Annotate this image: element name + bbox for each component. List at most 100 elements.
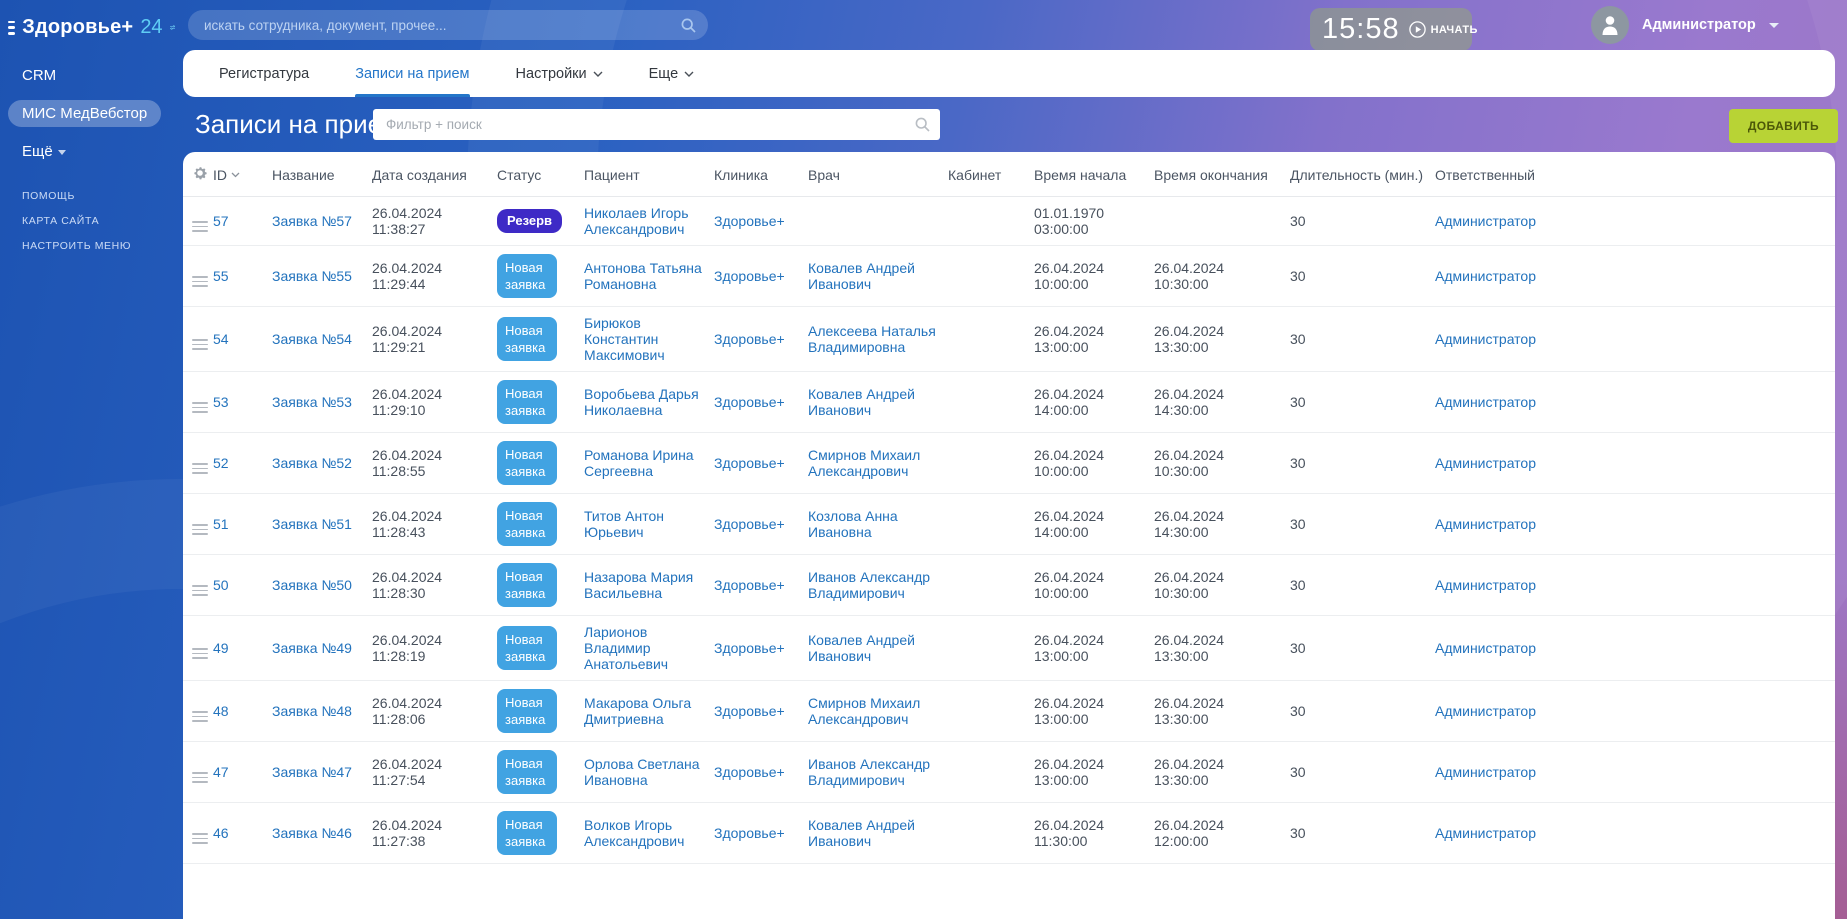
row-patient-link[interactable]: Орлова Светлана Ивановна: [584, 756, 704, 788]
row-patient-link[interactable]: Назарова Мария Васильевна: [584, 569, 704, 601]
avatar[interactable]: [1591, 6, 1629, 44]
row-patient-link[interactable]: Бирюков Константин Максимович: [584, 315, 704, 363]
menu-hamburger-icon[interactable]: [8, 20, 16, 35]
column-header-doctor[interactable]: Врач: [808, 152, 948, 197]
row-clinic-link[interactable]: Здоровье+: [714, 331, 785, 347]
table-row[interactable]: 47 Заявка №47 26.04.2024 11:27:54 Новая …: [183, 741, 1835, 803]
column-header-duration[interactable]: Длительность (мин.): [1290, 152, 1435, 197]
column-header-created[interactable]: Дата создания: [372, 152, 497, 197]
row-drag-handle-icon[interactable]: [192, 221, 208, 233]
row-name-link[interactable]: Заявка №49: [272, 640, 352, 656]
table-row[interactable]: 48 Заявка №48 26.04.2024 11:28:06 Новая …: [183, 680, 1835, 742]
row-name-link[interactable]: Заявка №52: [272, 455, 352, 471]
start-button[interactable]: НАЧАТЬ: [1431, 24, 1478, 36]
sidebar-item-configure-menu[interactable]: НАСТРОИТЬ МЕНЮ: [22, 240, 131, 252]
row-drag-handle-icon[interactable]: [192, 833, 208, 845]
row-doctor-link[interactable]: Смирнов Михаил Александрович: [808, 447, 938, 479]
row-responsible-link[interactable]: Администратор: [1435, 394, 1536, 410]
row-responsible-link[interactable]: Администратор: [1435, 516, 1536, 532]
global-search-input[interactable]: [188, 17, 681, 33]
row-id-link[interactable]: 46: [213, 825, 229, 841]
user-menu[interactable]: Администратор: [1591, 6, 1779, 44]
table-row[interactable]: 57 Заявка №57 26.04.2024 11:38:27 Резерв…: [183, 196, 1835, 246]
row-name-link[interactable]: Заявка №47: [272, 764, 352, 780]
row-doctor-link[interactable]: Алексеева Наталья Владимировна: [808, 323, 938, 355]
row-drag-handle-icon[interactable]: [192, 648, 208, 660]
row-id-link[interactable]: 54: [213, 331, 229, 347]
row-doctor-link[interactable]: Ковалев Андрей Иванович: [808, 817, 938, 849]
row-id-link[interactable]: 48: [213, 703, 229, 719]
row-id-link[interactable]: 49: [213, 640, 229, 656]
row-patient-link[interactable]: Антонова Татьяна Романовна: [584, 260, 704, 292]
tab-nastroyki[interactable]: Настройки: [516, 50, 603, 97]
row-responsible-link[interactable]: Администратор: [1435, 764, 1536, 780]
row-drag-handle-icon[interactable]: [192, 585, 208, 597]
column-header-clinic[interactable]: Клиника: [714, 152, 808, 197]
row-name-link[interactable]: Заявка №48: [272, 703, 352, 719]
row-clinic-link[interactable]: Здоровье+: [714, 455, 785, 471]
table-row[interactable]: 55 Заявка №55 26.04.2024 11:29:44 Новая …: [183, 245, 1835, 307]
column-header-status[interactable]: Статус: [497, 152, 584, 197]
row-drag-handle-icon[interactable]: [192, 276, 208, 288]
row-name-link[interactable]: Заявка №55: [272, 268, 352, 284]
row-name-link[interactable]: Заявка №50: [272, 577, 352, 593]
row-id-link[interactable]: 51: [213, 516, 229, 532]
search-icon[interactable]: [915, 117, 930, 132]
sidebar-item-help[interactable]: ПОМОЩЬ: [22, 190, 75, 202]
column-header-end[interactable]: Время окончания: [1154, 152, 1290, 197]
row-responsible-link[interactable]: Администратор: [1435, 213, 1536, 229]
row-doctor-link[interactable]: Козлова Анна Ивановна: [808, 508, 938, 540]
row-name-link[interactable]: Заявка №46: [272, 825, 352, 841]
row-responsible-link[interactable]: Администратор: [1435, 455, 1536, 471]
filter-search[interactable]: [373, 109, 940, 140]
row-drag-handle-icon[interactable]: [192, 524, 208, 536]
row-id-link[interactable]: 53: [213, 394, 229, 410]
row-patient-link[interactable]: Воробьева Дарья Николаевна: [584, 386, 704, 418]
row-clinic-link[interactable]: Здоровье+: [714, 394, 785, 410]
row-patient-link[interactable]: Николаев Игорь Александрович: [584, 205, 704, 237]
table-row[interactable]: 53 Заявка №53 26.04.2024 11:29:10 Новая …: [183, 371, 1835, 433]
row-drag-handle-icon[interactable]: [192, 402, 208, 414]
column-header-room[interactable]: Кабинет: [948, 152, 1034, 197]
row-patient-link[interactable]: Ларионов Владимир Анатольевич: [584, 624, 704, 672]
row-name-link[interactable]: Заявка №57: [272, 213, 352, 229]
row-clinic-link[interactable]: Здоровье+: [714, 640, 785, 656]
row-responsible-link[interactable]: Администратор: [1435, 703, 1536, 719]
column-header-responsible[interactable]: Ответственный: [1435, 152, 1835, 197]
filter-search-input[interactable]: [373, 117, 915, 132]
row-patient-link[interactable]: Макарова Ольга Дмитриевна: [584, 695, 704, 727]
row-id-link[interactable]: 47: [213, 764, 229, 780]
brand-logo[interactable]: Здоровье+: [22, 16, 133, 39]
play-icon[interactable]: [1408, 21, 1426, 38]
sidebar-item-mis-medvebstor[interactable]: МИС МедВебстор: [8, 100, 162, 127]
column-header-id[interactable]: ID: [213, 167, 240, 183]
row-clinic-link[interactable]: Здоровье+: [714, 268, 785, 284]
row-doctor-link[interactable]: Ковалев Андрей Иванович: [808, 260, 938, 292]
sidebar-item-sitemap[interactable]: КАРТА САЙТА: [22, 215, 99, 227]
row-id-link[interactable]: 57: [213, 213, 229, 229]
row-doctor-link[interactable]: Ковалев Андрей Иванович: [808, 632, 938, 664]
row-patient-link[interactable]: Волков Игорь Александрович: [584, 817, 704, 849]
row-responsible-link[interactable]: Администратор: [1435, 825, 1536, 841]
row-doctor-link[interactable]: Иванов Александр Владимирович: [808, 756, 938, 788]
tab-zapisi-na-priem[interactable]: Записи на прием: [355, 50, 470, 97]
row-clinic-link[interactable]: Здоровье+: [714, 577, 785, 593]
time-tracker-widget[interactable]: 15:58 НАЧАТЬ: [1310, 8, 1477, 51]
row-name-link[interactable]: Заявка №51: [272, 516, 352, 532]
row-id-link[interactable]: 52: [213, 455, 229, 471]
column-header-start[interactable]: Время начала: [1034, 152, 1154, 197]
row-clinic-link[interactable]: Здоровье+: [714, 516, 785, 532]
row-drag-handle-icon[interactable]: [192, 772, 208, 784]
row-responsible-link[interactable]: Администратор: [1435, 268, 1536, 284]
sliders-icon[interactable]: [169, 21, 175, 34]
row-name-link[interactable]: Заявка №54: [272, 331, 352, 347]
table-row[interactable]: 50 Заявка №50 26.04.2024 11:28:30 Новая …: [183, 554, 1835, 616]
row-patient-link[interactable]: Романова Ирина Сергеевна: [584, 447, 704, 479]
column-header-name[interactable]: Название: [272, 152, 372, 197]
add-button[interactable]: ДОБАВИТЬ: [1728, 109, 1838, 143]
search-icon[interactable]: [681, 18, 696, 33]
table-row[interactable]: 49 Заявка №49 26.04.2024 11:28:19 Новая …: [183, 615, 1835, 681]
row-doctor-link[interactable]: Иванов Александр Владимирович: [808, 569, 938, 601]
row-clinic-link[interactable]: Здоровье+: [714, 703, 785, 719]
row-doctor-link[interactable]: Ковалев Андрей Иванович: [808, 386, 938, 418]
